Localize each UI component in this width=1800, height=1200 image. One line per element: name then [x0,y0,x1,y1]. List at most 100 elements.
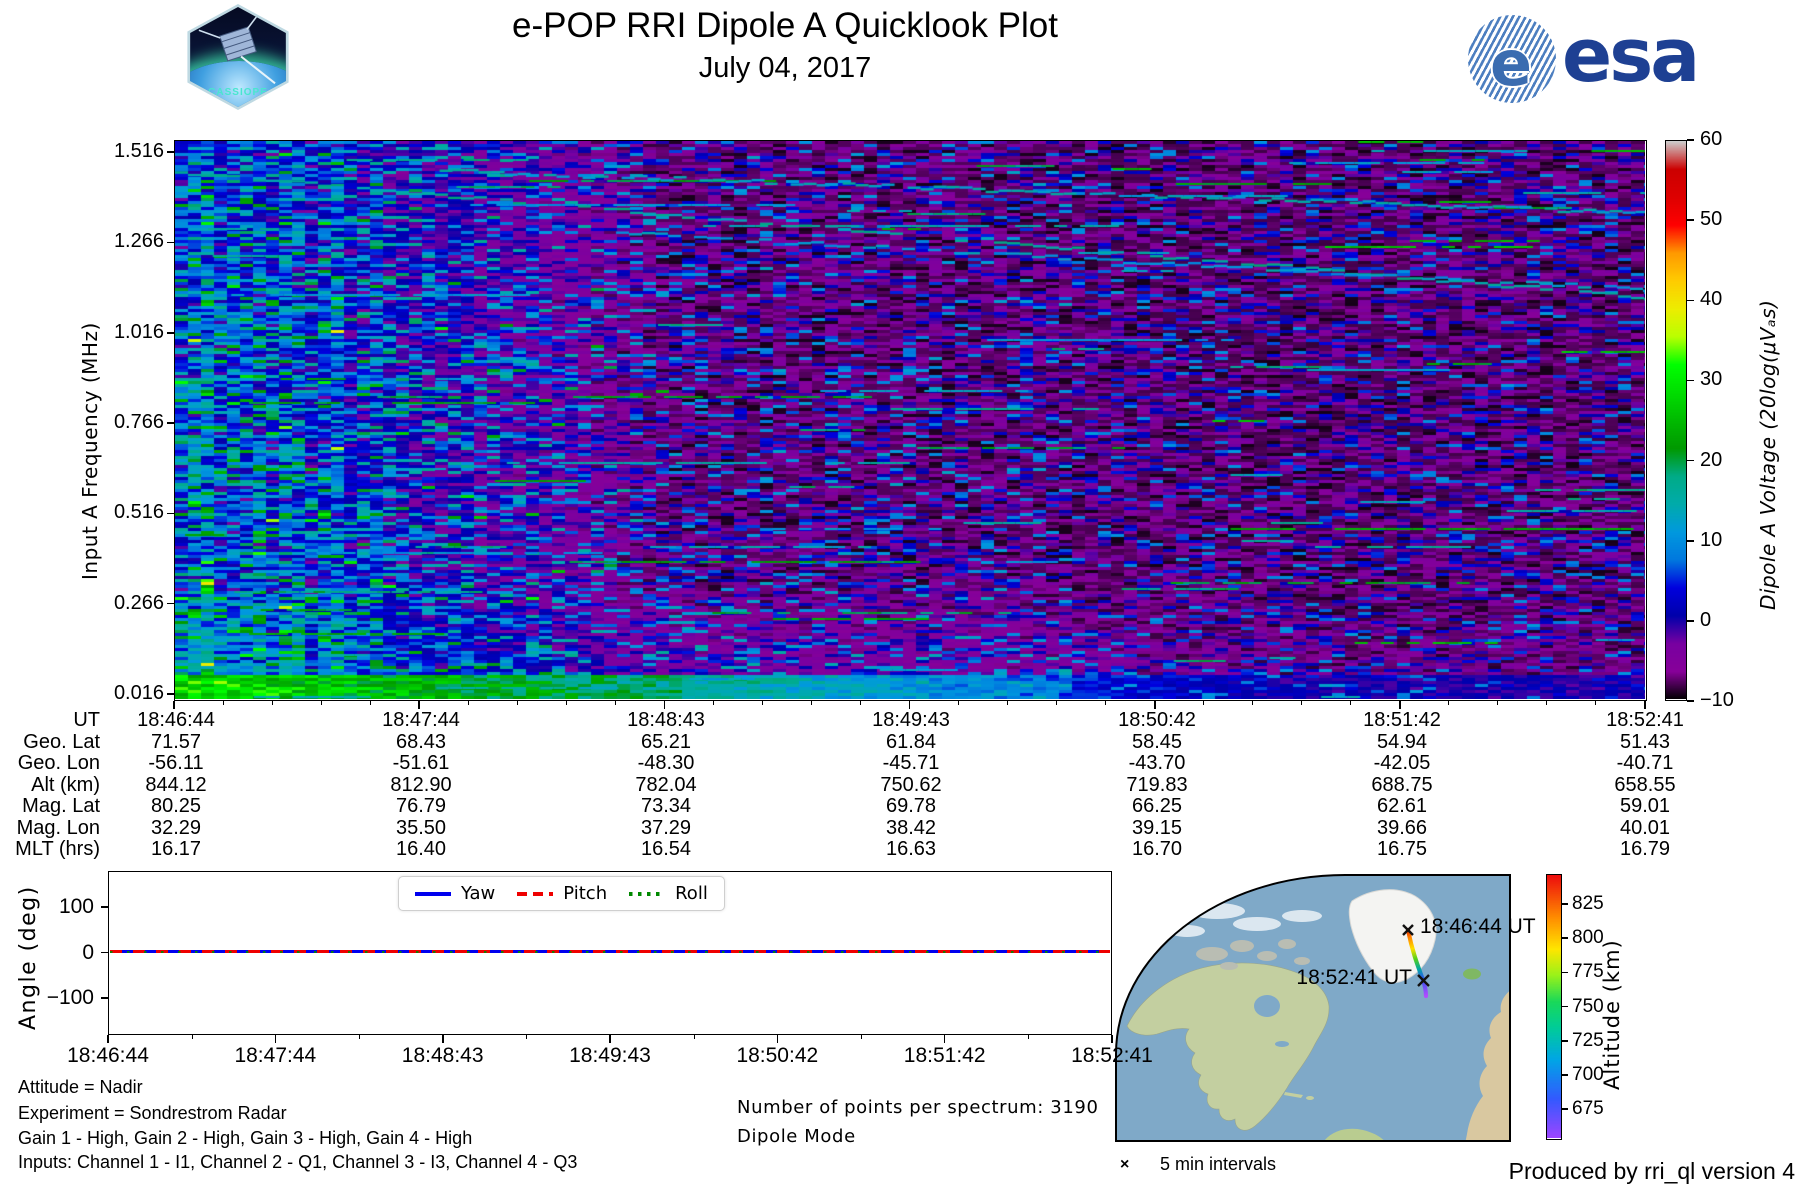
ephemeris-value: 39.15 [1132,817,1182,840]
esa-globe-e: e [1490,27,1532,100]
map-cuba [1284,1092,1303,1098]
angle-ytick-label: −100 [30,986,94,1010]
time-major-tick [1154,701,1156,709]
freq-tick [167,603,174,605]
ephemeris-value: 16.54 [641,838,691,861]
alt-colorbar-tick-label: 775 [1572,961,1604,983]
ephemeris-value: 58.45 [1132,731,1182,754]
ephemeris-value: 16.70 [1132,838,1182,861]
angle-ytick-label: 100 [30,895,94,919]
time-major-tick [1399,701,1401,709]
angle-xminor-tick [526,1035,527,1039]
time-minor-tick [1350,701,1351,705]
freq-tick [167,513,174,515]
ephemeris-value: 35.50 [396,817,446,840]
ephemeris-value: 18:50:42 [1118,709,1196,732]
ephemeris-value: 750.62 [880,774,941,797]
voltage-colorbar-label: Dipole A Voltage (20log(μVₐs) [1756,230,1780,610]
angle-xtick-label: 18:51:42 [904,1044,986,1068]
angle-ytick [101,952,108,954]
alt-colorbar-tick-label: 675 [1572,1098,1604,1120]
colorbar-tick-label: 30 [1700,368,1722,391]
map-africa-europe [1465,988,1511,1142]
ephemeris-value: 812.90 [390,774,451,797]
ephemeris-value: 80.25 [151,795,201,818]
interval-marker-icon: × [1120,1156,1129,1174]
map-iceland [1463,969,1481,980]
note-gains: Gain 1 - High, Gain 2 - High, Gain 3 - H… [18,1128,472,1149]
note-points: Number of points per spectrum: 3190 [737,1097,1099,1118]
angle-xtick [275,1035,277,1043]
colorbar-tick-label: −10 [1700,689,1734,712]
colorbar-tick [1687,460,1694,462]
ephemeris-value: 16.40 [396,838,446,861]
freq-tick [167,693,174,695]
legend-label: Pitch [563,883,607,904]
roll-line [110,951,1110,953]
angle-xtick-label: 18:47:44 [234,1044,316,1068]
ephemeris-value: 73.34 [641,795,691,818]
ephemeris-value: 18:48:43 [627,709,705,732]
ephemeris-value: 37.29 [641,817,691,840]
angle-ytick-label: 0 [30,941,94,965]
ephemeris-value: 719.83 [1126,774,1187,797]
legend-sample-dotted [629,892,665,896]
angle-ytick [101,997,108,999]
time-minor-tick [1301,701,1302,705]
ephemeris-value: -43.70 [1129,752,1186,775]
esa-logo: e [1468,15,1556,103]
ephemeris-value: 32.29 [151,817,201,840]
freq-tick [167,332,174,334]
time-minor-tick [370,701,371,705]
time-minor-tick [1105,701,1106,705]
colorbar-tick-label: 20 [1700,449,1722,472]
legend-entry-yaw: Yaw [415,883,495,904]
angle-xtick [777,1035,779,1043]
ephemeris-value: 688.75 [1371,774,1432,797]
ephemeris-value: 782.04 [635,774,696,797]
ephemeris-value: 16.79 [1620,838,1670,861]
ephemeris-value: 18:51:42 [1363,709,1441,732]
time-major-tick [1644,701,1646,709]
note-inputs: Inputs: Channel 1 - I1, Channel 2 - Q1, … [18,1152,577,1173]
ephemeris-value: 18:49:43 [872,709,950,732]
angle-legend: Yaw Pitch Roll [398,876,725,911]
angle-xminor-tick [1028,1035,1029,1039]
angle-xminor-tick [192,1035,193,1039]
time-minor-tick [223,701,224,705]
note-experiment: Experiment = Sondrestrom Radar [18,1103,287,1124]
colorbar-tick-label: 50 [1700,208,1722,231]
time-minor-tick [860,701,861,705]
interval-legend-text: 5 min intervals [1160,1154,1276,1175]
ephemeris-value: 62.61 [1377,795,1427,818]
alt-colorbar-tick [1562,972,1568,974]
track-start-label: 18:46:44 UT [1420,915,1536,939]
freq-tick [167,422,174,424]
ephemeris-value: 61.84 [886,731,936,754]
ephemeris-value: 16.75 [1377,838,1427,861]
ephemeris-value: 54.94 [1377,731,1427,754]
alt-colorbar-tick [1562,1074,1568,1076]
note-attitude: Attitude = Nadir [18,1077,143,1098]
colorbar-tick [1687,620,1694,622]
map-south-america [1322,1129,1387,1142]
freq-tick-label: 1.516 [60,140,164,163]
cassiope-logo-text: CASSIOPE [186,87,290,98]
ephemeris-row-label: Alt (km) [0,774,100,797]
legend-entry-pitch: Pitch [517,883,607,904]
legend-label: Roll [675,883,708,904]
legend-entry-roll: Roll [629,883,708,904]
ephemeris-value: 18:47:44 [382,709,460,732]
alt-colorbar-tick [1562,1108,1568,1110]
freq-tick [167,151,174,153]
angle-xtick-label: 18:52:41 [1071,1044,1153,1068]
time-minor-tick [1448,701,1449,705]
time-minor-tick [1497,701,1498,705]
ephemeris-value: 844.12 [145,774,206,797]
alt-colorbar-tick [1562,1040,1568,1042]
time-minor-tick [1007,701,1008,705]
time-minor-tick [762,701,763,705]
colorbar-tick-label: 10 [1700,529,1722,552]
colorbar-tick [1687,139,1694,141]
esa-wordmark: esa [1562,13,1697,99]
